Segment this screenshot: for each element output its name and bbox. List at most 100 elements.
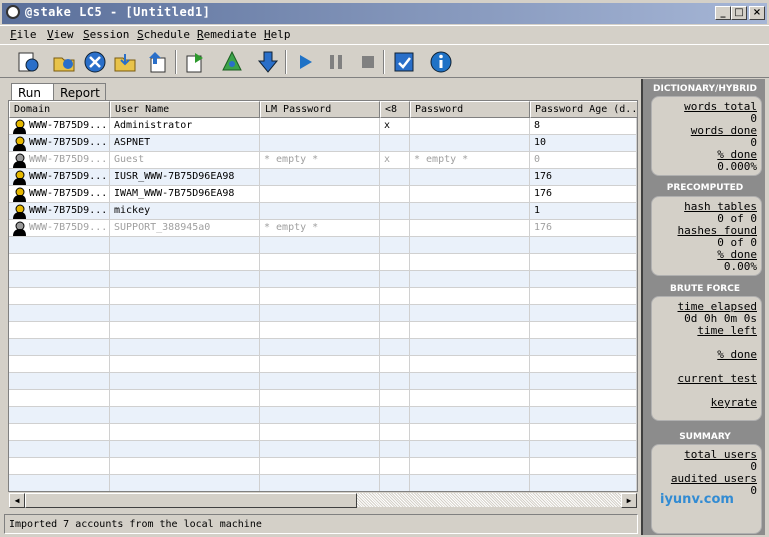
cell-lm <box>260 390 380 407</box>
cell-age <box>530 305 637 322</box>
cell-password <box>410 458 530 475</box>
cell-user <box>110 441 260 458</box>
cell-lm <box>260 407 380 424</box>
menu-view[interactable]: View <box>47 28 74 41</box>
cell-domain: WWW-7B75D9... <box>9 169 110 186</box>
table-row[interactable]: WWW-7B75D9... Guest * empty * x * empty * 0 <box>9 152 637 169</box>
cell-user <box>110 271 260 288</box>
play-icon[interactable] <box>292 49 318 75</box>
cell-lm <box>260 475 380 491</box>
download-arrow-icon[interactable] <box>255 49 281 75</box>
table-row[interactable]: WWW-7B75D9... ASPNET 10 <box>9 135 637 152</box>
cell-password <box>410 305 530 322</box>
watermark-logo: iyunv.com <box>660 492 734 507</box>
cell-password <box>410 339 530 356</box>
cell-age <box>530 254 637 271</box>
table-row[interactable]: WWW-7B75D9... SUPPORT_388945a0 * empty * 17… <box>9 220 637 237</box>
cell-user <box>110 339 260 356</box>
cell-user <box>110 373 260 390</box>
scrollbar-thumb[interactable] <box>25 493 357 508</box>
cell-age: 176 <box>530 169 637 186</box>
words-total-label: words total <box>684 100 757 113</box>
stop-icon[interactable] <box>355 49 381 75</box>
cell-lt8 <box>380 373 410 390</box>
column-header-password[interactable]: Password <box>410 101 530 118</box>
cell-lm <box>260 322 380 339</box>
save-session-icon[interactable] <box>112 49 138 75</box>
cell-age <box>530 288 637 305</box>
cell-domain <box>9 288 110 305</box>
cell-password <box>410 475 530 491</box>
cell-domain <box>9 339 110 356</box>
cell-lt8 <box>380 169 410 186</box>
column-header-lm-password[interactable]: LM Password <box>260 101 380 118</box>
cell-age <box>530 237 637 254</box>
cell-lt8 <box>380 288 410 305</box>
cell-domain <box>9 475 110 491</box>
maximize-button[interactable]: □ <box>731 6 747 20</box>
cell-age <box>530 475 637 491</box>
cell-age: 0 <box>530 152 637 169</box>
cell-lt8 <box>380 271 410 288</box>
precomp-pct-done-value: 0.00% <box>723 260 757 273</box>
cell-password <box>410 118 530 135</box>
cell-lm <box>260 271 380 288</box>
table-row[interactable]: WWW-7B75D9... IWAM_WWW-7B75D96EA98 176 <box>9 186 637 203</box>
cell-age <box>530 424 637 441</box>
remediate-icon[interactable] <box>182 49 208 75</box>
cell-age <box>530 458 637 475</box>
column-header-domain[interactable]: Domain <box>9 101 110 118</box>
column-header-lt8[interactable]: <8 <box>380 101 410 118</box>
menu-remediate[interactable]: Remediate <box>197 28 257 41</box>
current-test-label: current test <box>677 372 757 385</box>
open-session-icon[interactable] <box>51 49 77 75</box>
cell-password <box>410 203 530 220</box>
status-bar: Imported 7 accounts from the local machi… <box>4 514 638 534</box>
minimize-button[interactable]: _ <box>715 6 731 20</box>
table-row[interactable]: WWW-7B75D9... Administrator x 8 <box>9 118 637 135</box>
cell-lm <box>260 135 380 152</box>
import-icon[interactable] <box>144 49 170 75</box>
cell-password <box>410 373 530 390</box>
info-icon[interactable] <box>428 49 454 75</box>
pause-icon[interactable] <box>323 49 349 75</box>
cell-user <box>110 237 260 254</box>
cell-domain: WWW-7B75D9... <box>9 203 110 220</box>
cell-lt8 <box>380 220 410 237</box>
scroll-right-arrow-icon[interactable]: ▶ <box>621 493 637 508</box>
cell-user: IUSR_WWW-7B75D96EA98 <box>110 169 260 186</box>
table-row <box>9 254 637 271</box>
audited-users-value: 0 <box>750 484 757 497</box>
menu-file[interactable]: File <box>10 28 37 41</box>
cell-lm <box>260 441 380 458</box>
close-button[interactable]: × <box>749 6 765 20</box>
report-icon[interactable] <box>391 49 417 75</box>
cell-domain <box>9 458 110 475</box>
column-header-password-age[interactable]: Password Age (d... <box>530 101 637 118</box>
table-row <box>9 407 637 424</box>
menu-schedule[interactable]: Schedule <box>137 28 190 41</box>
horizontal-scrollbar[interactable]: ◀ ▶ <box>8 492 638 508</box>
cell-domain <box>9 407 110 424</box>
cell-domain <box>9 441 110 458</box>
table-row[interactable]: WWW-7B75D9... IUSR_WWW-7B75D96EA98 176 <box>9 169 637 186</box>
table-row <box>9 305 637 322</box>
cell-password <box>410 135 530 152</box>
cell-lm <box>260 356 380 373</box>
cell-domain <box>9 305 110 322</box>
table-row <box>9 373 637 390</box>
cell-user <box>110 458 260 475</box>
cell-lm <box>260 169 380 186</box>
cell-user <box>110 407 260 424</box>
new-session-icon[interactable] <box>14 49 40 75</box>
menu-help[interactable]: Help <box>264 28 291 41</box>
recycle-icon[interactable] <box>219 49 245 75</box>
cell-lm <box>260 458 380 475</box>
column-header-user-name[interactable]: User Name <box>110 101 260 118</box>
close-session-icon[interactable] <box>82 49 108 75</box>
menu-session[interactable]: Session <box>83 28 129 41</box>
scroll-left-arrow-icon[interactable]: ◀ <box>9 493 25 508</box>
brute-pct-done-label: % done <box>717 348 757 361</box>
table-row[interactable]: WWW-7B75D9... mickey 1 <box>9 203 637 220</box>
keyrate-label: keyrate <box>710 396 757 409</box>
